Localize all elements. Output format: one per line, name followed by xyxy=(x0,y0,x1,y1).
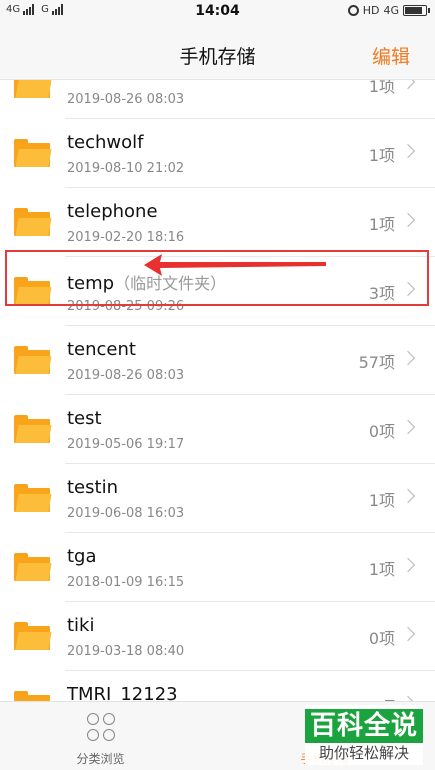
file-note: （临时文件夹） xyxy=(114,274,227,293)
status-bar: 4G G 14:04 HD 4G xyxy=(0,0,435,25)
file-name-text: temp xyxy=(67,273,115,294)
item-count: 0项 xyxy=(368,422,395,441)
folder-icon xyxy=(14,691,50,701)
file-name-text: t xyxy=(67,80,74,84)
file-name: techwolf xyxy=(67,132,144,153)
file-date: 2019-08-25 09:26 xyxy=(67,299,185,314)
item-count: 1项 xyxy=(368,560,395,579)
file-date: 2019-08-10 21:02 xyxy=(67,161,185,176)
file-date: 2018-01-09 16:15 xyxy=(67,575,185,590)
file-row[interactable]: techwolf 2019-08-10 21:02 1项 xyxy=(0,119,435,188)
file-name-text: testin xyxy=(67,477,118,498)
watermark-logo: 百科全说 助你轻松解决 xyxy=(305,705,423,765)
hd-indicator: HD xyxy=(362,4,380,17)
file-row[interactable]: test 2019-05-06 19:17 0项 xyxy=(0,395,435,464)
file-name: tencent xyxy=(67,339,136,360)
item-count: 1项 xyxy=(368,146,395,165)
watermark-title: 百科全说 xyxy=(305,709,423,743)
file-name: t xyxy=(67,80,74,84)
file-name-text: tga xyxy=(67,546,97,567)
chevron-right-icon xyxy=(400,350,416,366)
item-count: 3项 xyxy=(368,284,395,303)
file-name-text: telephone xyxy=(67,201,158,222)
folder-icon xyxy=(14,484,52,512)
folder-icon xyxy=(14,139,52,167)
top-bar: 手机存储 编辑 xyxy=(0,25,435,80)
file-row[interactable]: t 2019-08-26 08:03 1项 xyxy=(0,80,435,119)
chevron-right-icon xyxy=(400,626,416,642)
item-count: 1项 xyxy=(368,491,395,510)
network-indicator: 4G xyxy=(383,4,399,17)
battery-icon xyxy=(403,5,430,16)
file-name-text: tiki xyxy=(67,615,95,636)
item-count: 1项 xyxy=(368,80,395,96)
file-date: 2019-06-08 16:03 xyxy=(67,506,185,521)
chevron-right-icon xyxy=(400,419,416,435)
file-date: 2019-03-18 08:40 xyxy=(67,644,185,659)
file-name: tga xyxy=(67,546,97,567)
file-name: test xyxy=(67,408,102,429)
folder-icon xyxy=(14,622,52,650)
file-date: 2019-02-20 18:16 xyxy=(67,230,185,245)
file-row[interactable]: tga 2018-01-09 16:15 1项 xyxy=(0,533,435,602)
file-row[interactable]: temp（临时文件夹） 2019-08-25 09:26 3项 xyxy=(0,257,435,326)
file-list[interactable]: t 2019-08-26 08:03 1项 techwolf 2019-08-10 21… xyxy=(0,80,435,701)
folder-icon xyxy=(14,553,52,581)
chevron-right-icon xyxy=(400,80,416,90)
file-name-text: tencent xyxy=(67,339,136,360)
file-name: testin xyxy=(67,477,118,498)
file-name: temp（临时文件夹） xyxy=(67,270,226,294)
file-row[interactable]: telephone 2019-02-20 18:16 1项 xyxy=(0,188,435,257)
item-count: 0项 xyxy=(368,629,395,648)
file-row[interactable]: tencent 2019-08-26 08:03 57项 xyxy=(0,326,435,395)
folder-icon xyxy=(14,208,52,236)
chevron-right-icon xyxy=(400,212,416,228)
chevron-right-icon xyxy=(400,488,416,504)
file-row[interactable]: testin 2019-06-08 16:03 1项 xyxy=(0,464,435,533)
file-name: tiki xyxy=(67,615,94,636)
page-title: 手机存储 xyxy=(179,46,256,68)
file-row[interactable]: TMRI_12123 2项 xyxy=(0,671,435,701)
file-row[interactable]: tiki 2019-03-18 08:40 0项 xyxy=(0,602,435,671)
folder-icon xyxy=(14,346,52,374)
folder-icon xyxy=(14,415,52,443)
chevron-right-icon xyxy=(400,143,416,159)
file-name-text: techwolf xyxy=(67,132,144,153)
folder-icon xyxy=(14,277,52,305)
tab-category-browse[interactable]: 分类浏览 xyxy=(28,702,173,770)
grid-circles-icon xyxy=(86,712,116,742)
folder-icon xyxy=(14,80,52,98)
item-count: 2项 xyxy=(369,694,395,701)
tab-label: 分类浏览 xyxy=(76,752,125,766)
file-name-text: test xyxy=(67,408,102,429)
edit-button[interactable]: 编辑 xyxy=(372,42,410,69)
chevron-right-icon xyxy=(400,557,416,573)
chevron-right-icon xyxy=(400,281,416,297)
alarm-icon xyxy=(347,5,359,16)
watermark-subtitle: 助你轻松解决 xyxy=(318,744,409,762)
file-name: TMRI_12123 xyxy=(67,684,178,701)
item-count: 57项 xyxy=(358,353,395,372)
file-name: telephone xyxy=(67,201,158,222)
file-name-text: TMRI_12123 xyxy=(67,684,178,701)
file-date: 2019-08-26 08:03 xyxy=(67,368,185,383)
file-date: 2019-05-06 19:17 xyxy=(67,437,185,452)
item-count: 1项 xyxy=(368,215,395,234)
file-date: 2019-08-26 08:03 xyxy=(67,92,185,107)
status-icons: HD 4G xyxy=(347,4,430,17)
